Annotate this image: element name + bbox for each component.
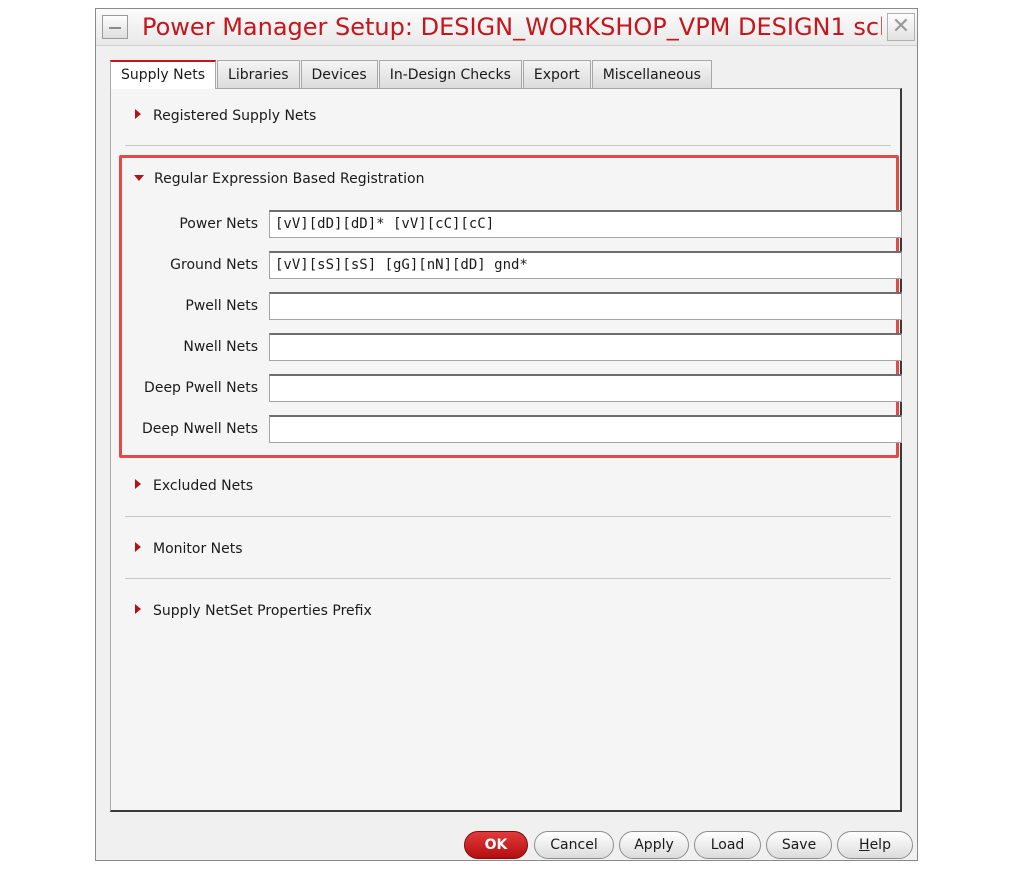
deep-nwell-nets-field[interactable] <box>269 415 902 443</box>
section-netset-properties-prefix[interactable]: Supply NetSet Properties Prefix <box>135 601 372 621</box>
ok-button[interactable]: OK <box>464 831 528 859</box>
help-mnemonic: H <box>859 837 870 853</box>
nwell-nets-label: Nwell Nets <box>183 339 258 355</box>
close-icon[interactable]: ✕ <box>887 13 915 41</box>
tab-supply-nets[interactable]: Supply Nets <box>110 60 217 89</box>
power-nets-field[interactable]: [vV][dD][dD]* [vV][cC][cC] <box>269 210 902 238</box>
window-menu-icon[interactable] <box>102 15 128 39</box>
help-label-rest: elp <box>869 837 891 853</box>
tab-export[interactable]: Export <box>522 60 591 88</box>
load-button[interactable]: Load <box>694 831 761 859</box>
triangle-right-icon <box>135 479 141 489</box>
deep-pwell-nets-label: Deep Pwell Nets <box>144 380 258 396</box>
section-label: Supply NetSet Properties Prefix <box>153 603 372 619</box>
triangle-right-icon <box>135 109 141 119</box>
tab-in-design-checks[interactable]: In-Design Checks <box>378 60 522 88</box>
apply-button[interactable]: Apply <box>619 831 689 859</box>
supply-nets-panel: Registered Supply Nets Regular Expressio… <box>110 88 902 812</box>
divider <box>125 145 891 146</box>
save-button[interactable]: Save <box>766 831 832 859</box>
section-monitor-nets[interactable]: Monitor Nets <box>135 539 243 559</box>
highlight-box: Regular Expression Based Registration Po… <box>119 155 902 458</box>
tab-bar: Supply Nets Libraries Devices In-Design … <box>110 60 713 89</box>
deep-pwell-nets-field[interactable] <box>269 374 902 402</box>
pwell-nets-field[interactable] <box>269 292 902 320</box>
section-label: Excluded Nets <box>153 478 254 494</box>
triangle-right-icon <box>135 604 141 614</box>
section-regex-registration[interactable]: Regular Expression Based Registration <box>134 169 424 189</box>
window-title: Power Manager Setup: DESIGN_WORKSHOP_VPM… <box>142 13 882 41</box>
section-label: Monitor Nets <box>153 541 243 557</box>
section-excluded-nets[interactable]: Excluded Nets <box>135 476 253 496</box>
nwell-nets-field[interactable] <box>269 333 902 361</box>
tab-libraries[interactable]: Libraries <box>217 60 300 88</box>
tab-devices[interactable]: Devices <box>300 60 378 88</box>
section-label: Registered Supply Nets <box>153 108 317 124</box>
power-manager-setup-window: Power Manager Setup: DESIGN_WORKSHOP_VPM… <box>95 8 918 861</box>
power-nets-label: Power Nets <box>179 216 258 232</box>
ground-nets-label: Ground Nets <box>170 257 258 273</box>
section-registered-supply-nets[interactable]: Registered Supply Nets <box>135 106 316 126</box>
help-button[interactable]: Help <box>837 831 913 859</box>
triangle-right-icon <box>135 542 141 552</box>
ground-nets-field[interactable]: [vV][sS][sS] [gG][nN][dD] gnd* <box>269 251 902 279</box>
tab-miscellaneous[interactable]: Miscellaneous <box>591 60 712 88</box>
title-bar[interactable]: Power Manager Setup: DESIGN_WORKSHOP_VPM… <box>96 9 917 46</box>
section-label: Regular Expression Based Registration <box>154 171 425 187</box>
pwell-nets-label: Pwell Nets <box>185 298 258 314</box>
deep-nwell-nets-label: Deep Nwell Nets <box>142 421 258 437</box>
triangle-down-icon <box>134 175 144 181</box>
divider <box>125 578 891 579</box>
dialog-buttons: OK Cancel Apply Load Save Help <box>96 831 917 859</box>
cancel-button[interactable]: Cancel <box>534 831 614 859</box>
divider <box>125 516 891 517</box>
